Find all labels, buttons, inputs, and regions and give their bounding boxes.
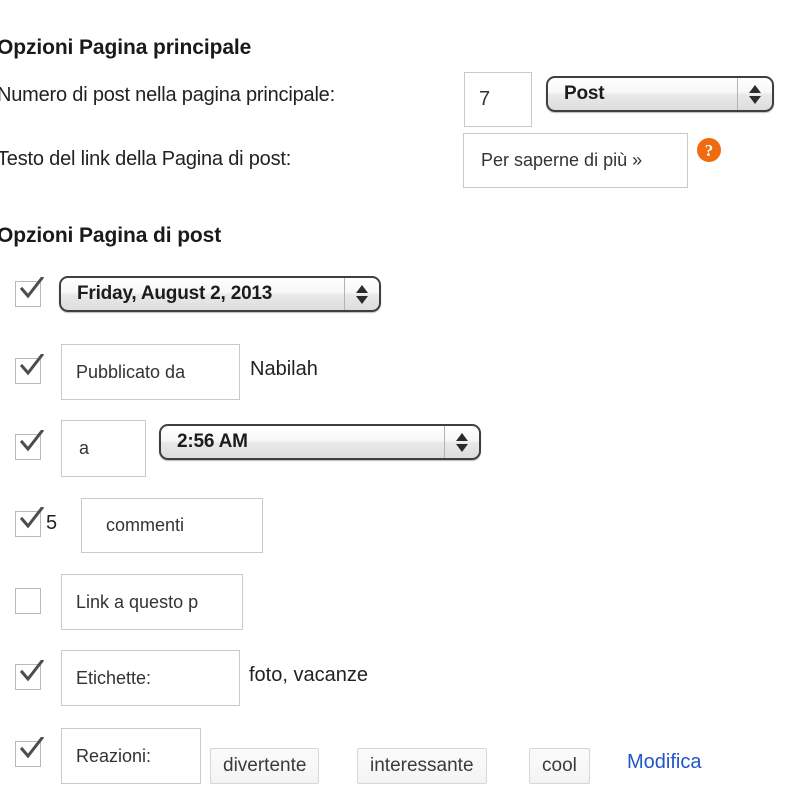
link-text-input[interactable] (463, 133, 688, 188)
comments-label-input[interactable] (81, 498, 263, 553)
post-type-select[interactable]: Post (546, 76, 774, 112)
checkmark-icon (19, 277, 44, 299)
help-icon[interactable]: ? (697, 138, 721, 162)
post-time-select[interactable]: 2:56 AM (159, 424, 481, 460)
num-posts-input[interactable] (464, 72, 532, 127)
checkbox-reactions[interactable] (15, 737, 44, 767)
checkbox-time[interactable] (15, 430, 44, 460)
checkbox-tags[interactable] (15, 660, 44, 690)
reaction-chip[interactable]: cool (529, 748, 590, 784)
post-date-select[interactable]: Friday, August 2, 2013 (59, 276, 381, 312)
reaction-chip[interactable]: divertente (210, 748, 320, 784)
author-name-text: Nabilah (250, 358, 318, 380)
post-date-select-value: Friday, August 2, 2013 (77, 283, 273, 304)
permalink-label-input[interactable] (61, 574, 243, 630)
reactions-label-input[interactable] (61, 728, 201, 784)
checkbox-author[interactable] (15, 354, 44, 384)
tags-value-text: foto, vacanze (249, 664, 368, 686)
updown-stepper-icon[interactable] (344, 278, 379, 310)
checkbox-date[interactable] (15, 277, 44, 307)
edit-reactions-link[interactable]: Modifica (627, 751, 701, 774)
updown-stepper-icon[interactable] (737, 78, 772, 110)
checkmark-icon (19, 737, 44, 759)
num-posts-label: Numero di post nella pagina principale: (0, 84, 335, 106)
post-type-select-value: Post (564, 83, 605, 104)
checkmark-icon (19, 354, 44, 376)
post-time-select-value: 2:56 AM (177, 431, 248, 452)
link-text-label: Testo del link della Pagina di post: (0, 148, 292, 170)
home-options-heading: Opzioni Pagina principale (0, 36, 252, 59)
checkmark-icon (19, 660, 44, 682)
author-prefix-input[interactable] (61, 344, 240, 400)
settings-panel: Opzioni Pagina principale Numero di post… (0, 0, 800, 800)
comments-count-text: 5 (46, 512, 58, 534)
checkmark-icon (19, 507, 44, 529)
updown-stepper-icon[interactable] (444, 426, 479, 458)
time-prefix-input[interactable] (61, 420, 146, 477)
reaction-chip[interactable]: interessante (357, 748, 487, 784)
checkmark-icon (19, 430, 44, 452)
checkbox-permalink[interactable] (15, 588, 41, 614)
tags-label-input[interactable] (61, 650, 240, 706)
checkbox-comments[interactable] (15, 507, 44, 537)
post-options-heading: Opzioni Pagina di post (0, 224, 222, 247)
